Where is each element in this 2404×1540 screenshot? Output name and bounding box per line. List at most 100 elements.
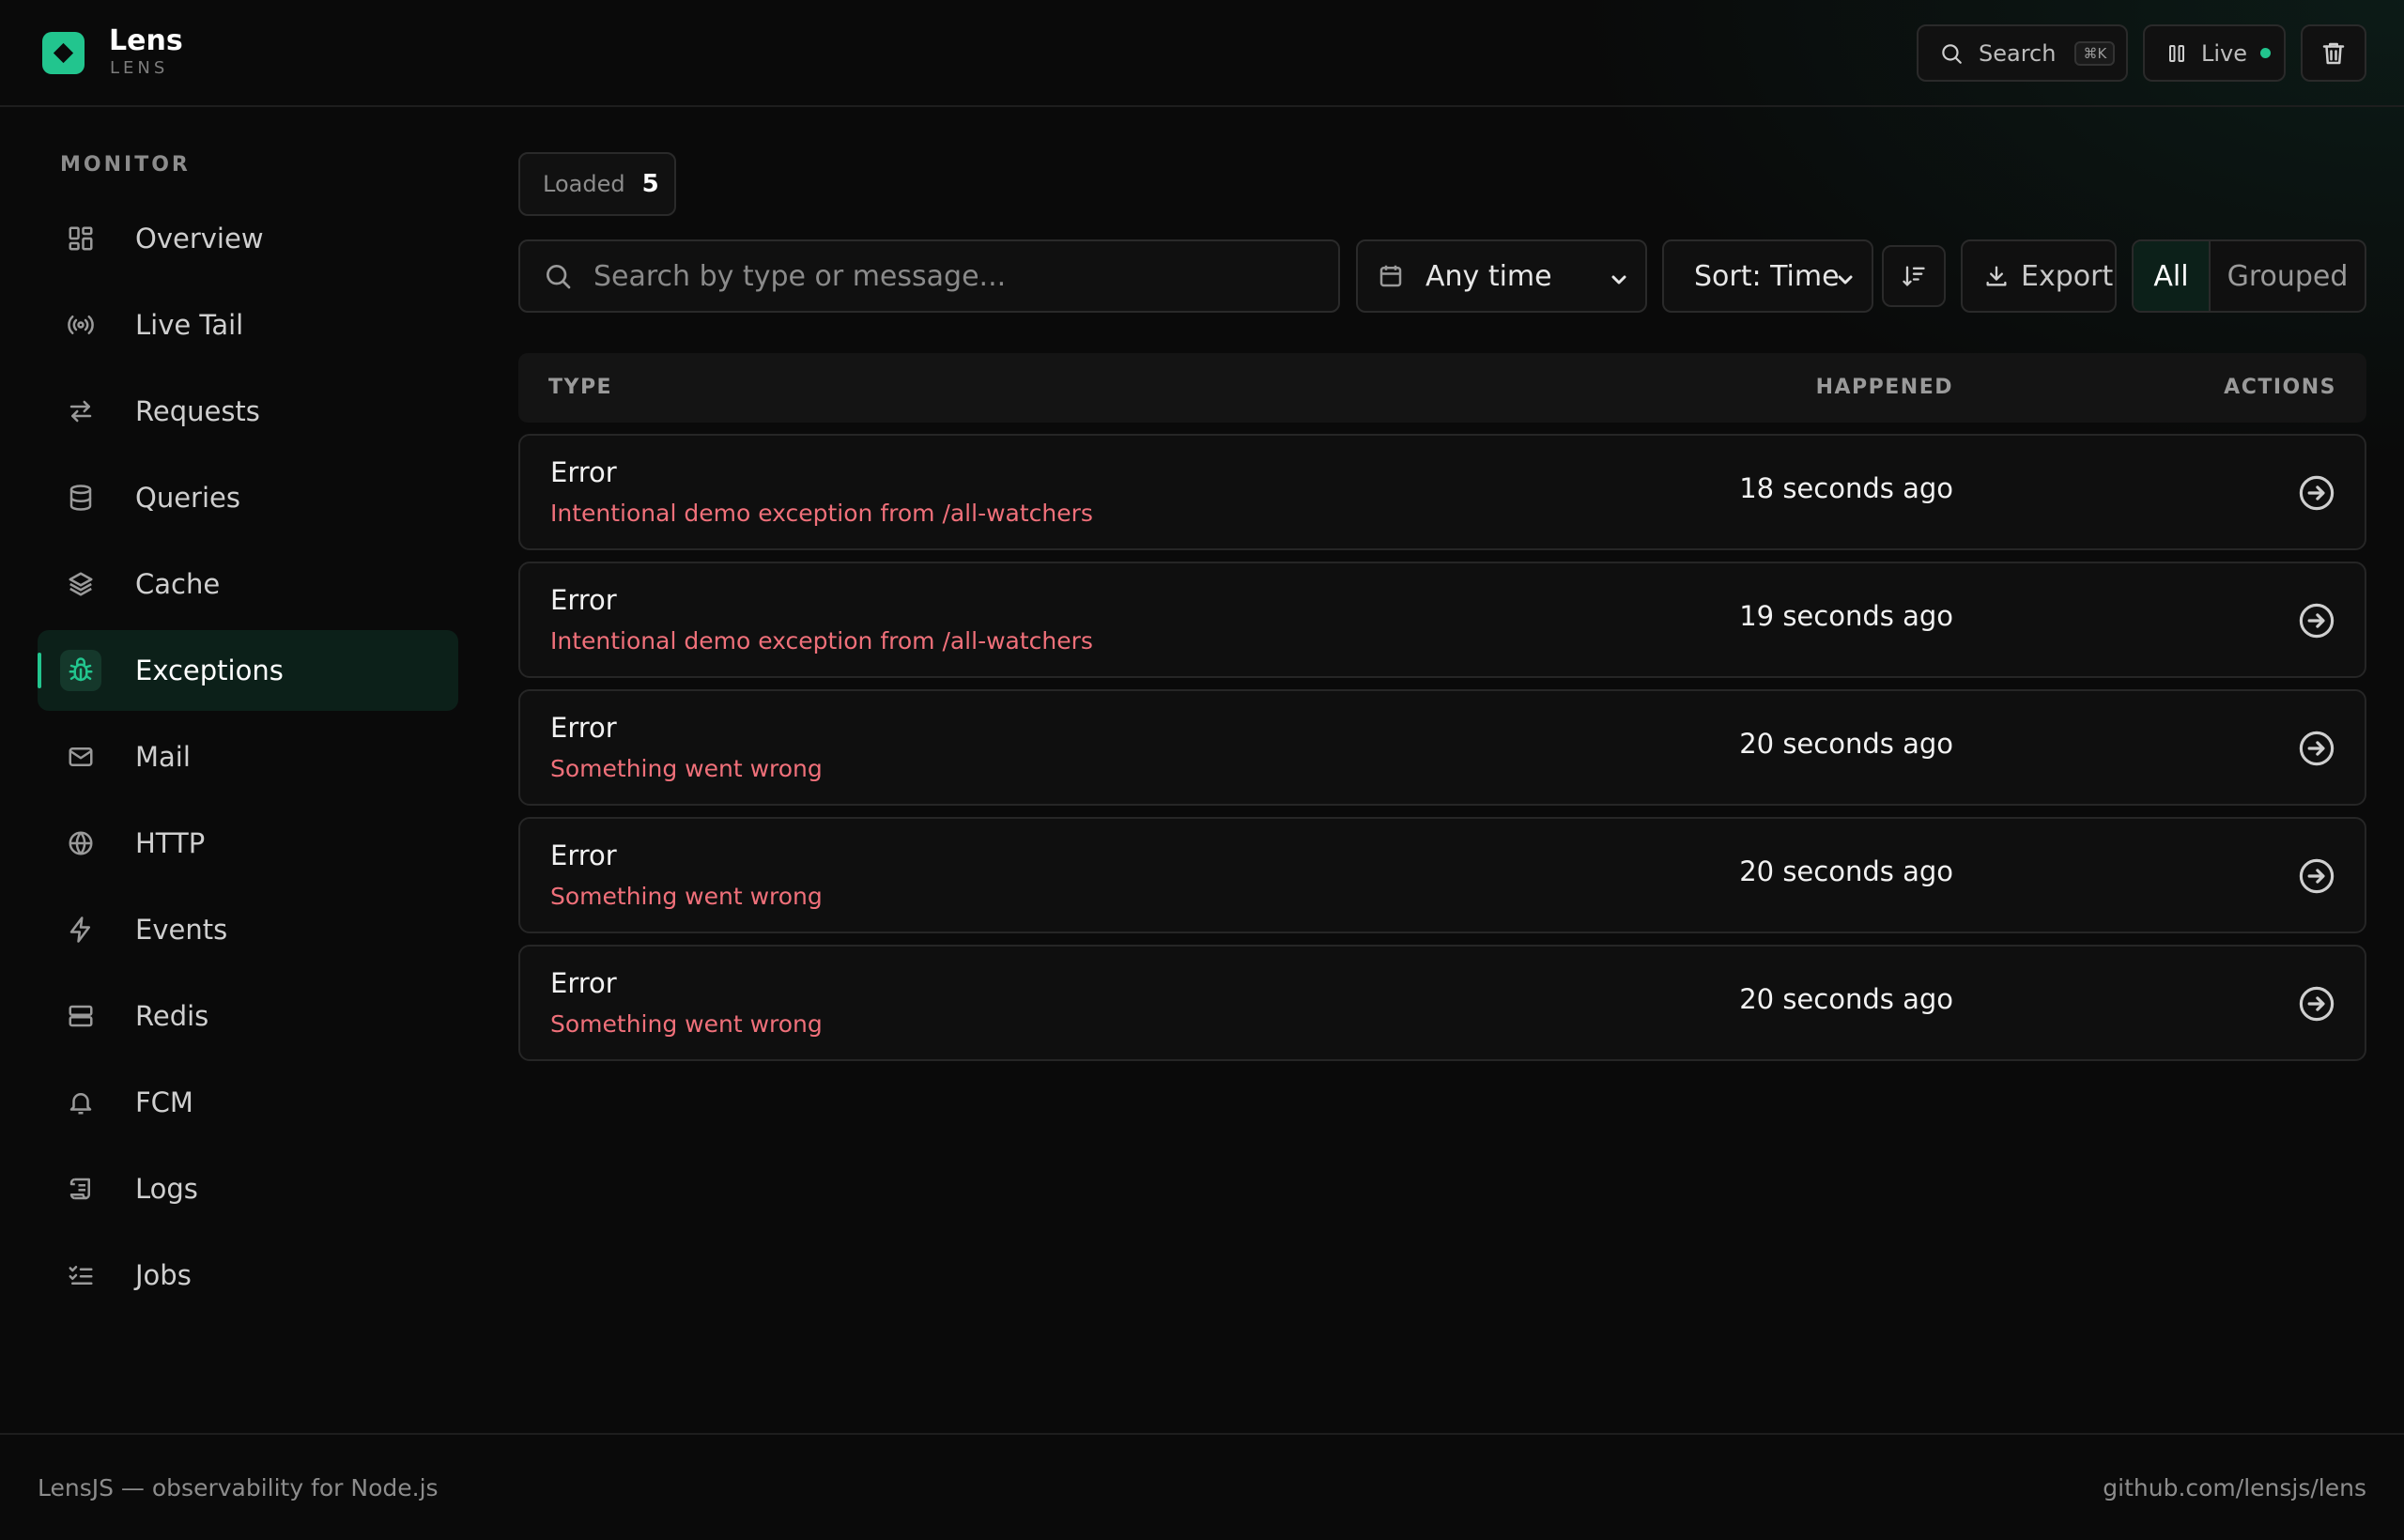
- row-happened: 20 seconds ago: [1739, 855, 1953, 887]
- row-happened: 19 seconds ago: [1739, 600, 1953, 632]
- export-label: Export: [2021, 259, 2114, 293]
- arrows-icon: [60, 391, 101, 432]
- sidebar-item-label: Queries: [135, 482, 240, 514]
- sort-value: Sort: Time: [1694, 259, 1840, 293]
- table-row[interactable]: Error Something went wrong 20 seconds ag…: [518, 689, 2366, 806]
- sidebar-item-label: FCM: [135, 1086, 193, 1118]
- sidebar-item-http[interactable]: HTTP: [38, 803, 458, 884]
- arrow-right-circle-icon[interactable]: [2297, 601, 2336, 640]
- table-row[interactable]: Error Intentional demo exception from /a…: [518, 562, 2366, 678]
- bell-icon: [60, 1082, 101, 1123]
- sidebar-item-events[interactable]: Events: [38, 889, 458, 970]
- arrow-right-circle-icon[interactable]: [2297, 473, 2336, 513]
- sidebar-item-mail[interactable]: Mail: [38, 716, 458, 797]
- row-message: Intentional demo exception from /all-wat…: [550, 627, 1093, 654]
- footer-repo-link[interactable]: github.com/lensjs/lens: [2103, 1474, 2366, 1502]
- row-type: Error: [550, 839, 617, 871]
- sidebar-item-live-tail[interactable]: Live Tail: [38, 285, 458, 365]
- arrow-right-circle-icon[interactable]: [2297, 856, 2336, 896]
- search-icon: [543, 261, 573, 291]
- sort-direction-button[interactable]: [1882, 245, 1946, 307]
- pause-icon: [2165, 41, 2188, 66]
- row-type: Error: [550, 967, 617, 999]
- layers-icon: [60, 563, 101, 605]
- sidebar-item-label: Requests: [135, 395, 260, 427]
- loaded-label: Loaded: [543, 171, 625, 197]
- sidebar-item-label: Overview: [135, 223, 264, 254]
- sidebar-item-requests[interactable]: Requests: [38, 371, 458, 452]
- row-type: Error: [550, 712, 617, 744]
- server-icon: [60, 995, 101, 1037]
- view-all-tab[interactable]: All: [2134, 241, 2211, 311]
- row-message: Intentional demo exception from /all-wat…: [550, 500, 1093, 527]
- bug-icon: [60, 650, 101, 691]
- sidebar-item-cache[interactable]: Cache: [38, 544, 458, 624]
- bolt-icon: [60, 909, 101, 950]
- row-happened: 20 seconds ago: [1739, 983, 1953, 1015]
- download-icon: [1983, 263, 2010, 289]
- live-status-dot: [2260, 48, 2272, 58]
- global-search-button[interactable]: Search ⌘K: [1917, 24, 2128, 82]
- mail-icon: [60, 736, 101, 778]
- search-shortcut: ⌘K: [2074, 40, 2116, 66]
- loaded-count-badge: Loaded 5: [518, 152, 676, 216]
- sidebar-item-queries[interactable]: Queries: [38, 457, 458, 538]
- sidebar-item-label: HTTP: [135, 827, 206, 859]
- live-toggle-button[interactable]: Live: [2143, 24, 2286, 82]
- sort-descending-icon: [1901, 263, 1927, 289]
- database-icon: [60, 477, 101, 518]
- sidebar-item-label: Exceptions: [135, 654, 284, 686]
- table-row[interactable]: Error Intentional demo exception from /a…: [518, 434, 2366, 550]
- chevron-down-icon: [1608, 266, 1630, 299]
- logo-icon: [42, 32, 85, 74]
- grid-icon: [60, 218, 101, 259]
- sidebar-item-label: Events: [135, 914, 228, 946]
- time-filter-select[interactable]: Any time: [1356, 239, 1647, 313]
- column-actions: ACTIONS: [2224, 376, 2336, 399]
- time-filter-value: Any time: [1425, 259, 1552, 293]
- search-label: Search: [1979, 39, 2057, 67]
- footer-tagline: LensJS — observability for Node.js: [38, 1474, 439, 1502]
- column-happened: HAPPENED: [1815, 376, 1953, 399]
- search-input[interactable]: Search by type or message...: [518, 239, 1340, 313]
- globe-icon: [60, 823, 101, 864]
- sidebar-item-logs[interactable]: Logs: [38, 1148, 458, 1229]
- top-header: Lens LENS Search ⌘K Live: [0, 0, 2404, 107]
- table-header: TYPE HAPPENED ACTIONS: [518, 353, 2366, 423]
- sidebar-item-redis[interactable]: Redis: [38, 976, 458, 1056]
- search-icon: [1939, 41, 1964, 66]
- sidebar-item-label: Jobs: [135, 1259, 192, 1291]
- table-row[interactable]: Error Something went wrong 20 seconds ag…: [518, 817, 2366, 933]
- page-footer: LensJS — observability for Node.js githu…: [0, 1433, 2404, 1540]
- row-happened: 20 seconds ago: [1739, 728, 1953, 760]
- sidebar-item-overview[interactable]: Overview: [38, 198, 458, 279]
- row-type: Error: [550, 456, 617, 488]
- sidebar-item-label: Redis: [135, 1000, 209, 1032]
- broadcast-icon: [60, 304, 101, 346]
- export-button[interactable]: Export: [1961, 239, 2117, 313]
- sidebar-item-label: Mail: [135, 741, 191, 773]
- sidebar-item-exceptions[interactable]: Exceptions: [38, 630, 458, 711]
- app-subtitle: LENS: [110, 58, 169, 78]
- row-type: Error: [550, 584, 617, 616]
- table-row[interactable]: Error Something went wrong 20 seconds ag…: [518, 945, 2366, 1061]
- sidebar-item-fcm[interactable]: FCM: [38, 1062, 458, 1143]
- view-grouped-tab[interactable]: Grouped: [2211, 241, 2365, 311]
- app-name: Lens: [109, 24, 183, 57]
- arrow-right-circle-icon[interactable]: [2297, 729, 2336, 768]
- sidebar-section-label: MONITOR: [60, 153, 191, 177]
- calendar-icon: [1377, 262, 1405, 290]
- list-check-icon: [60, 1255, 101, 1296]
- scroll-icon: [60, 1168, 101, 1209]
- sort-select[interactable]: Sort: Time: [1662, 239, 1873, 313]
- column-type: TYPE: [548, 376, 613, 399]
- sidebar-item-label: Logs: [135, 1173, 198, 1205]
- arrow-right-circle-icon[interactable]: [2297, 984, 2336, 1024]
- clear-button[interactable]: [2301, 24, 2366, 82]
- loaded-count: 5: [641, 170, 659, 198]
- sidebar-item-label: Cache: [135, 568, 221, 600]
- row-message: Something went wrong: [550, 883, 823, 910]
- row-message: Something went wrong: [550, 755, 823, 782]
- chevron-down-icon: [1834, 266, 1857, 299]
- sidebar-item-jobs[interactable]: Jobs: [38, 1235, 458, 1316]
